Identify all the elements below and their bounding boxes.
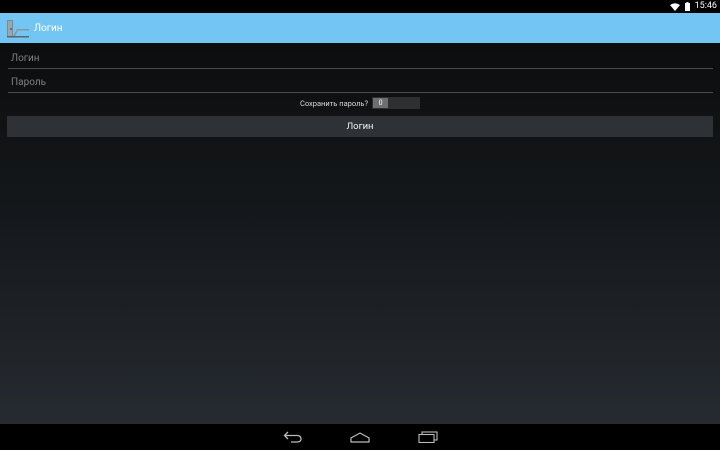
action-bar: Логин [0, 13, 720, 43]
status-time: 15:46 [694, 1, 717, 11]
door-icon[interactable] [6, 17, 30, 39]
login-form: Сохранить пароль? 0 Логин [0, 43, 720, 424]
home-icon[interactable] [349, 430, 371, 444]
status-icons: 15:46 [669, 0, 717, 13]
recents-icon[interactable] [417, 430, 439, 444]
battery-icon [684, 2, 690, 11]
navigation-bar [0, 424, 720, 450]
save-password-toggle[interactable]: 0 [372, 97, 421, 109]
wifi-icon [669, 2, 680, 11]
password-input[interactable] [8, 73, 713, 93]
login-input[interactable] [8, 49, 713, 69]
screen: 15:46 Логин Сохранить пароль? 0 Логин [0, 0, 720, 450]
save-password-row: Сохранить пароль? 0 [0, 96, 720, 110]
status-bar: 15:46 [0, 0, 720, 13]
toggle-thumb: 0 [373, 98, 389, 108]
page-title: Логин [34, 22, 63, 34]
save-password-label: Сохранить пароль? [299, 98, 369, 108]
back-icon[interactable] [282, 430, 304, 444]
login-button[interactable]: Логин [7, 116, 713, 137]
